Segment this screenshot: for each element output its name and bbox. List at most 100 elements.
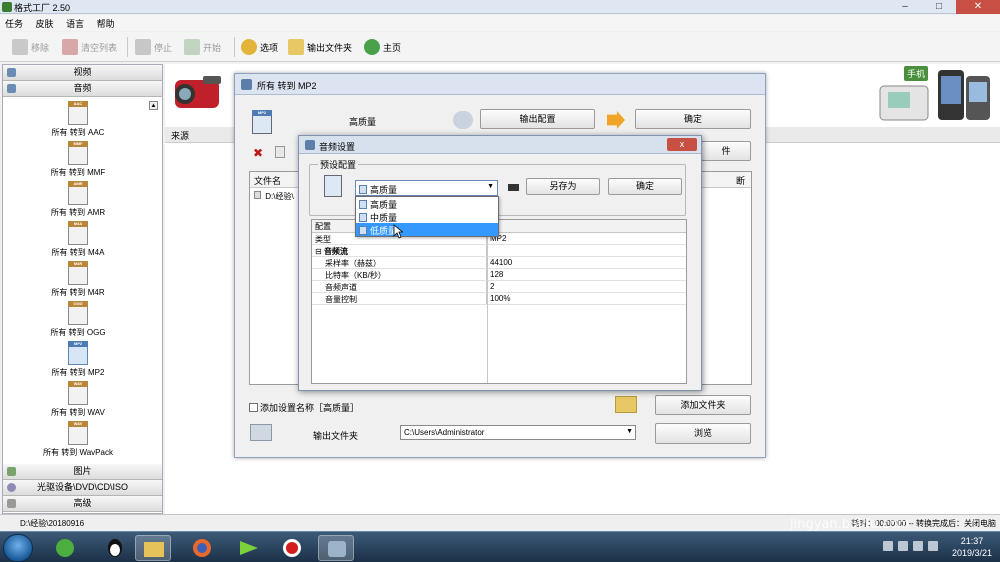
start-button[interactable] [3,534,33,562]
menu-help[interactable]: 帮助 [92,15,120,32]
convert-mp2[interactable]: MP2 所有 转到 MP2 [3,341,153,378]
clear-icon[interactable] [275,146,285,158]
dialog-icon [241,79,252,90]
output-folder-select[interactable]: C:\Users\Administrator ▼ [400,425,636,440]
mp2-file-icon: MP2 [68,341,88,365]
mp2-dialog-titlebar: 所有 转到 MP2 [235,74,765,95]
convert-ogg[interactable]: OGG 所有 转到 OGG [3,301,153,338]
mouse-cursor-icon [393,224,403,239]
category-picture[interactable]: 图片 [3,464,162,480]
baidu-watermark: Baidu经验 jingyan.baidu.com [770,455,990,545]
maximize-button[interactable]: □ [922,0,956,14]
preset-select[interactable]: 高质量 ▼ [355,180,498,196]
stop-icon [135,39,151,55]
chevron-down-icon: ▼ [626,428,633,435]
mmf-file-icon: MMF [68,141,88,165]
disc-icon [7,483,16,492]
menu-task[interactable]: 任务 [0,15,28,32]
settings-grid: 配置 值 类型 MP2 ⊟ 音频流 采样率（赫兹） 44100 比特率（KB/秒… [311,219,687,384]
gear-icon [241,39,257,55]
taskbar-app-recorder[interactable] [274,535,310,561]
output-folder-button[interactable]: 输出文件夹 [288,38,352,56]
window-title: 格式工厂 2.50 [14,3,71,13]
close-dialog-button[interactable]: x [667,138,697,151]
collapse-icon[interactable]: ⊟ [315,247,324,256]
category-panel: 视频 音频 ▲ AAC 所有 转到 AAC MMF 所有 转到 MMF AMR … [2,64,163,514]
mp2-ok-button[interactable]: 确定 [635,109,751,129]
delete-icon[interactable]: ✖ [253,146,263,160]
mp2-format-icon: MP2 [252,110,272,134]
category-video[interactable]: 视频 [3,65,162,81]
close-window-button[interactable]: ✕ [956,0,1000,14]
grid-row[interactable]: 采样率（赫兹） 44100 [312,257,686,269]
taskbar-app-qq[interactable] [97,535,133,561]
menu-language[interactable]: 语言 [61,15,89,32]
convert-aac[interactable]: AAC 所有 转到 AAC [3,101,153,138]
audio-format-list: ▲ AAC 所有 转到 AAC MMF 所有 转到 MMF AMR 所有 转到 … [3,97,162,464]
add-setting-name-checkbox[interactable]: 添加设置名称［高质量］ [249,401,359,414]
taskbar-app-explorer[interactable] [135,535,171,561]
speaker-icon [453,111,473,129]
watermark-main: Baidu经验 [770,484,923,517]
start-icon [184,39,200,55]
category-optical-drive[interactable]: 光驱设备\DVD\CD\ISO [3,480,162,496]
menu-skin[interactable]: 皮肤 [31,15,59,32]
minimize-button[interactable]: – [888,0,922,14]
grid-row[interactable]: ⊟ 音频流 [312,245,686,257]
convert-mmf[interactable]: MMF 所有 转到 MMF [3,141,153,178]
preset-option-medium[interactable]: 中质量 [356,210,498,223]
audio-dialog-titlebar: 音频设置 x [299,136,701,154]
folder-icon[interactable] [615,396,637,413]
options-button[interactable]: 选项 [241,38,278,56]
browse-button[interactable]: 浏览 [655,423,751,444]
remove-icon [12,39,28,55]
preset-ok-button[interactable]: 确定 [608,178,682,195]
taskbar-app-360[interactable] [47,535,83,561]
preset-dropdown-list: 高质量 中质量 低质量 [355,196,499,237]
toolbar: 移除 清空列表 停止 开始 选项 输出文件夹 主页 [0,32,1000,62]
m4a-file-icon: M4A [68,221,88,245]
category-advanced[interactable]: 高级 [3,496,162,512]
home-button[interactable]: 主页 [364,38,401,56]
stop-button[interactable]: 停止 [135,38,172,56]
status-path: D:\经验\20180916 [20,519,85,528]
grid-row[interactable]: 比特率（KB/秒） 128 [312,269,686,281]
quality-label: 高质量 [349,117,377,127]
audio-settings-dialog: 音频设置 x 预设配置 高质量 ▼ 另存为 确定 配置 值 类型 MP2 ⊟ 音… [298,135,702,391]
add-folder-button[interactable]: 添加文件夹 [655,395,751,415]
output-config-button[interactable]: 输出配置 [480,109,595,129]
convert-wav[interactable]: WAV 所有 转到 WAV [3,381,153,418]
start-button[interactable]: 开始 [184,38,221,56]
picture-icon [7,467,16,476]
output-folder-label: 输出文件夹 [313,431,359,441]
convert-wavpack[interactable]: WAV 所有 转到 WavPack [3,421,153,458]
phone-devices-icon [879,70,990,121]
note-icon [359,185,367,194]
camcorder-icon [175,76,221,108]
add-file-button[interactable]: 件 [701,141,751,161]
convert-m4a[interactable]: M4A 所有 转到 M4A [3,221,153,258]
grid-row[interactable]: 音量控制 100% [312,293,686,305]
dialog-icon [305,140,315,150]
video-icon [7,68,16,77]
taskbar-app-player[interactable] [230,535,266,561]
amr-file-icon: AMR [68,181,88,205]
category-audio[interactable]: 音频 [3,81,162,97]
taskbar-app-format-factory[interactable] [318,535,354,561]
preset-option-low[interactable]: 低质量 [356,223,498,236]
convert-m4r[interactable]: M4R 所有 转到 M4R [3,261,153,298]
save-as-button[interactable]: 另存为 [526,178,600,195]
checkbox-box[interactable] [249,403,258,412]
convert-amr[interactable]: AMR 所有 转到 AMR [3,181,153,218]
mp2-format-icon [324,175,342,197]
folder-icon [288,39,304,55]
remove-button[interactable]: 移除 [12,38,49,56]
taskbar-app-firefox[interactable] [184,535,220,561]
note-icon [359,213,367,222]
grid-row[interactable]: 音频声道 2 [312,281,686,293]
preset-option-high[interactable]: 高质量 [356,197,498,210]
clear-list-button[interactable]: 清空列表 [62,38,117,56]
watermark-sub: jingyan.baidu.com [790,517,910,532]
m4r-file-icon: M4R [68,261,88,285]
note-icon [359,226,367,235]
